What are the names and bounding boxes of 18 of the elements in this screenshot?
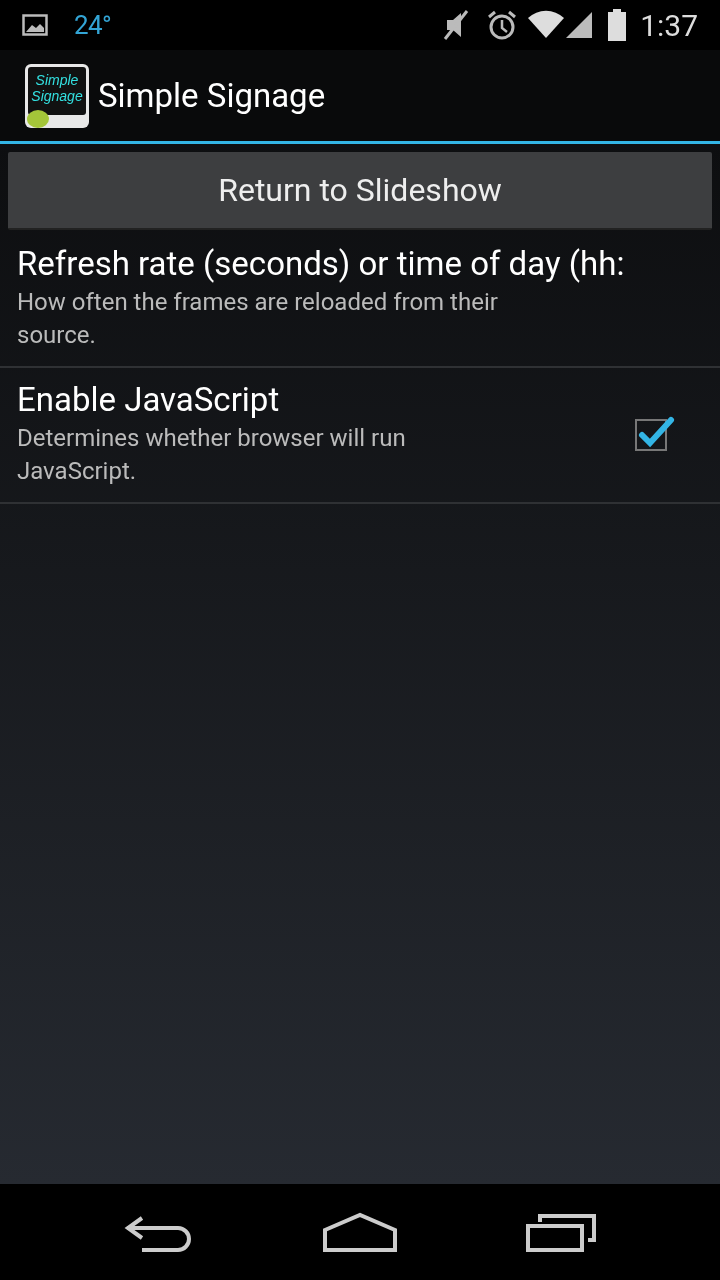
recent-apps-icon[interactable] bbox=[525, 1212, 596, 1252]
checkbox[interactable] bbox=[634, 414, 676, 452]
return-button[interactable]: Return to Slideshow bbox=[8, 152, 712, 230]
clock-text: 1:37 bbox=[640, 6, 698, 45]
alarm-icon bbox=[486, 9, 519, 41]
temperature-text: 24° bbox=[74, 8, 111, 42]
app-title: Simple Signage bbox=[98, 74, 326, 117]
preference-title: Enable JavaScript bbox=[17, 379, 281, 421]
signal-icon bbox=[564, 10, 595, 40]
home-icon[interactable] bbox=[323, 1212, 397, 1252]
mute-icon bbox=[442, 9, 471, 41]
app-logo-icon: Simple Signage bbox=[24, 62, 90, 129]
preference-summary: Determines whether browser will run JavaScript. bbox=[17, 423, 407, 487]
preference-summary: How often the frames are reloaded from their source. bbox=[17, 287, 499, 351]
wifi-icon bbox=[528, 10, 565, 40]
picture-icon bbox=[22, 14, 48, 36]
preference-title: Refresh rate (seconds) or time of day (hh: bbox=[17, 243, 626, 285]
battery-icon bbox=[608, 9, 627, 41]
